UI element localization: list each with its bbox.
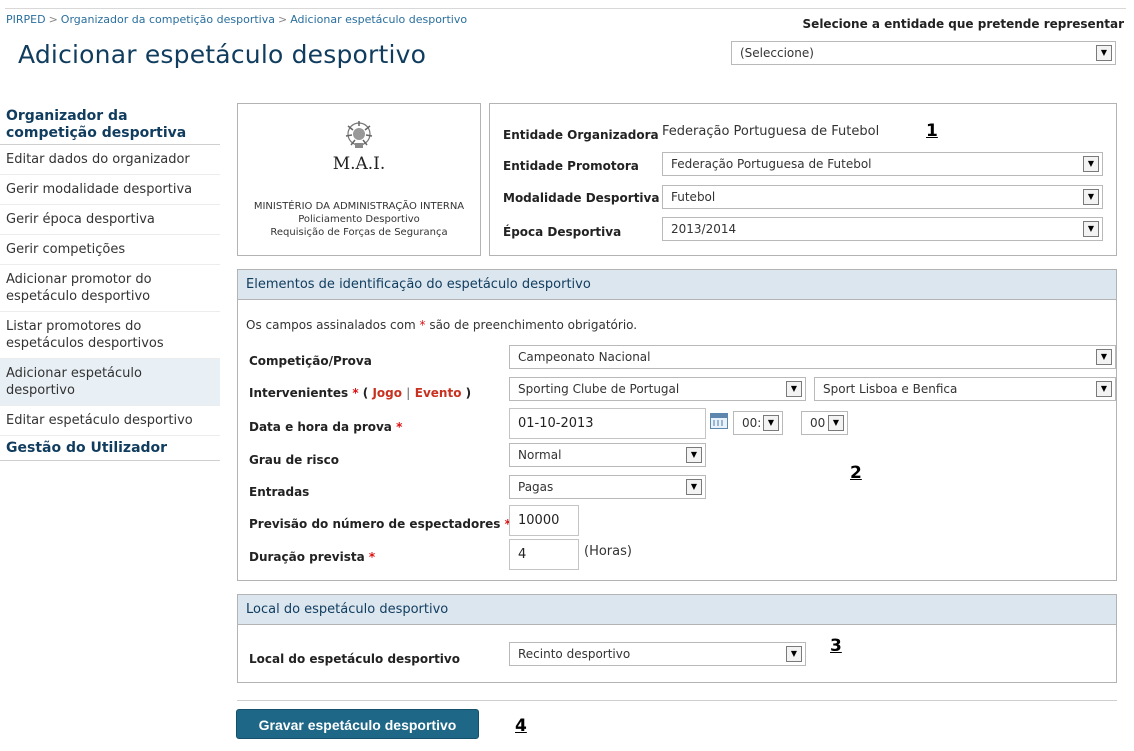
duration-label: Duração prevista * xyxy=(249,550,376,564)
risk-select[interactable]: Normal ▼ xyxy=(509,443,706,467)
chevron-down-icon: ▼ xyxy=(828,415,844,431)
risk-label: Grau de risco xyxy=(249,453,340,467)
sidebar: Organizador da competição desportiva Edi… xyxy=(0,108,220,461)
sidebar-item-list-promoters[interactable]: Listar promotores do espetáculos desport… xyxy=(0,312,220,359)
hour-select-value: 00: xyxy=(742,416,762,430)
location-panel: Local do espetáculo desportivo xyxy=(237,594,1117,683)
competition-label: Competição/Prova xyxy=(249,354,372,368)
location-label: Local do espetáculo desportivo xyxy=(249,652,460,666)
spectators-input[interactable]: 10000 xyxy=(509,505,579,536)
sidebar-section-user[interactable]: Gestão do Utilizador xyxy=(0,436,220,461)
sidebar-section-organizer[interactable]: Organizador da competição desportiva xyxy=(0,108,220,145)
sidebar-item-manage-season[interactable]: Gerir época desportiva xyxy=(0,205,220,235)
chevron-down-icon: ▼ xyxy=(1096,381,1112,397)
season-select-value: 2013/2014 xyxy=(671,222,737,236)
marker-4: 4 xyxy=(515,716,527,736)
sidebar-item-manage-competitions[interactable]: Gerir competições xyxy=(0,235,220,265)
chevron-down-icon: ▼ xyxy=(686,447,702,463)
location-panel-title: Local do espetáculo desportivo xyxy=(238,595,1116,625)
chevron-down-icon: ▼ xyxy=(686,479,702,495)
chevron-down-icon: ▼ xyxy=(1083,221,1099,237)
spectators-label: Previsão do número de espectadores * xyxy=(249,517,511,531)
promoter-select-value: Federação Portuguesa de Futebol xyxy=(671,157,872,171)
entity-select-value: (Seleccione) xyxy=(740,46,814,60)
org-label: Entidade Organizadora xyxy=(503,128,659,142)
chevron-down-icon: ▼ xyxy=(786,646,802,662)
logo-subtitle-1: Policiamento Desportivo xyxy=(298,214,420,225)
sidebar-item-edit-event[interactable]: Editar espetáculo desportivo xyxy=(0,406,220,436)
sidebar-item-edit-organizer[interactable]: Editar dados do organizador xyxy=(0,145,220,175)
date-input[interactable]: 01-10-2013 xyxy=(509,408,706,439)
competition-select[interactable]: Campeonato Nacional ▼ xyxy=(509,345,1116,369)
identification-panel-title: Elementos de identificação do espetáculo… xyxy=(238,270,1116,300)
risk-select-value: Normal xyxy=(518,448,562,462)
org-value: Federação Portuguesa de Futebol xyxy=(662,124,880,139)
promoter-label: Entidade Promotora xyxy=(503,159,639,173)
chevron-down-icon: ▼ xyxy=(1083,189,1099,205)
entity-select[interactable]: (Seleccione) ▼ xyxy=(731,41,1116,65)
team1-select-value: Sporting Clube de Portugal xyxy=(518,382,680,396)
marker-1: 1 xyxy=(926,121,938,141)
minute-select[interactable]: 00 ▼ xyxy=(801,411,848,435)
logo-panel: M.A.I. MINISTÉRIO DA ADMINISTRAÇÃO INTER… xyxy=(237,103,481,256)
entity-selector-label: Selecione a entidade que pretende repres… xyxy=(802,17,1124,31)
marker-3: 3 xyxy=(830,636,842,656)
location-select[interactable]: Recinto desportivo ▼ xyxy=(509,642,806,666)
location-select-value: Recinto desportivo xyxy=(518,647,631,661)
sidebar-item-manage-sport[interactable]: Gerir modalidade desportiva xyxy=(0,175,220,205)
chevron-down-icon: ▼ xyxy=(1083,156,1099,172)
coat-of-arms-icon xyxy=(341,120,377,154)
top-divider xyxy=(5,8,1126,9)
entries-label: Entradas xyxy=(249,485,310,499)
evento-link[interactable]: Evento xyxy=(415,386,462,400)
minute-select-value: 00 xyxy=(810,416,826,430)
sport-select-value: Futebol xyxy=(671,190,716,204)
logo-ministry-name: MINISTÉRIO DA ADMINISTRAÇÃO INTERNA xyxy=(253,201,465,212)
hour-select[interactable]: 00: ▼ xyxy=(733,411,783,435)
chevron-down-icon: ▼ xyxy=(1096,349,1112,365)
participants-label: Intervenientes * ( Jogo | Evento ) xyxy=(249,386,472,400)
team2-select-value: Sport Lisboa e Benfica xyxy=(823,382,958,396)
season-label: Época Desportiva xyxy=(503,225,622,239)
sidebar-item-add-event[interactable]: Adicionar espetáculo desportivo xyxy=(0,359,220,406)
entries-select[interactable]: Pagas ▼ xyxy=(509,475,706,499)
chevron-down-icon: ▼ xyxy=(1096,45,1112,61)
breadcrumb-organizer-link[interactable]: Organizador da competição desportiva xyxy=(61,13,275,26)
sidebar-item-add-promoter[interactable]: Adicionar promotor do espetáculo desport… xyxy=(0,265,220,312)
calendar-icon[interactable] xyxy=(710,413,728,429)
breadcrumb-current: Adicionar espetáculo desportivo xyxy=(290,13,468,26)
chevron-down-icon: ▼ xyxy=(763,415,779,431)
duration-unit: (Horas) xyxy=(584,544,632,559)
breadcrumb-home-link[interactable]: PIRPED xyxy=(6,13,46,26)
entries-select-value: Pagas xyxy=(518,480,554,494)
breadcrumb: PIRPED > Organizador da competição desport… xyxy=(6,13,468,26)
sport-label: Modalidade Desportiva xyxy=(503,191,660,205)
jogo-link[interactable]: Jogo xyxy=(372,386,402,400)
page-title: Adicionar espetáculo desportivo xyxy=(18,40,427,69)
required-note: Os campos assinalados com * são de preen… xyxy=(246,318,638,332)
logo-acronym: M.A.I. xyxy=(332,154,386,174)
team2-select[interactable]: Sport Lisboa e Benfica ▼ xyxy=(814,377,1116,401)
team1-select[interactable]: Sporting Clube de Portugal ▼ xyxy=(509,377,806,401)
save-event-button[interactable]: Gravar espetáculo desportivo xyxy=(236,709,479,739)
logo-subtitle-2: Requisição de Forças de Segurança xyxy=(270,227,448,238)
season-select[interactable]: 2013/2014 ▼ xyxy=(662,217,1103,241)
form-divider xyxy=(237,700,1117,701)
chevron-down-icon: ▼ xyxy=(786,381,802,397)
date-label: Data e hora da prova * xyxy=(249,420,403,434)
duration-input[interactable]: 4 xyxy=(509,539,579,570)
competition-select-value: Campeonato Nacional xyxy=(518,350,651,364)
promoter-select[interactable]: Federação Portuguesa de Futebol ▼ xyxy=(662,152,1103,176)
sport-select[interactable]: Futebol ▼ xyxy=(662,185,1103,209)
marker-2: 2 xyxy=(850,463,862,483)
